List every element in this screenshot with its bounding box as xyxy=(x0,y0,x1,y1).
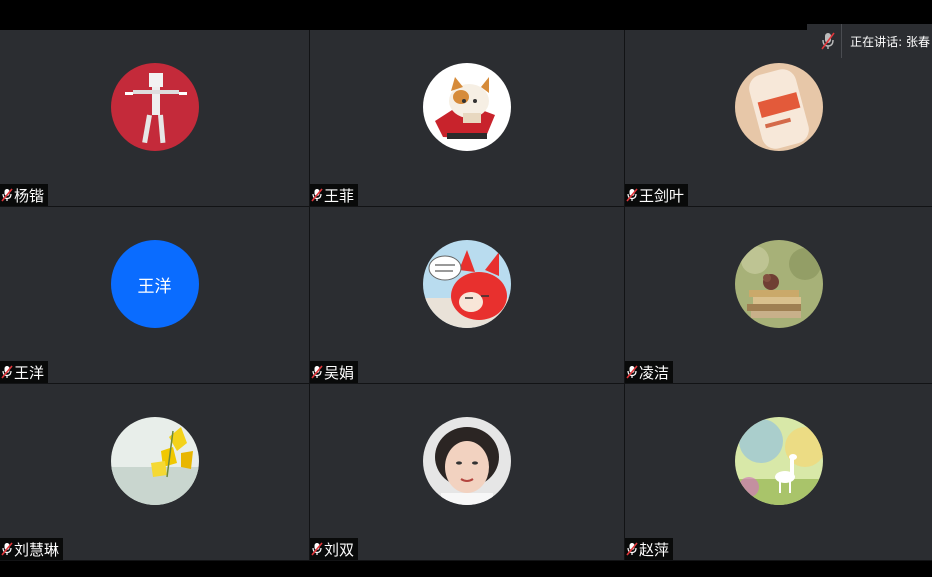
participant-avatar xyxy=(734,240,823,328)
participant-name-tag: 刘双 xyxy=(310,538,359,560)
participant-tile[interactable]: 王洋 王洋 xyxy=(0,207,310,384)
participant-avatar xyxy=(110,417,199,505)
participant-tile[interactable]: 王菲 xyxy=(310,30,625,207)
participant-avatar xyxy=(423,240,511,328)
microphone-muted-icon xyxy=(626,188,638,202)
participant-avatar xyxy=(423,417,511,505)
participant-tile[interactable]: 刘慧琳 xyxy=(0,384,310,561)
bottom-black-bar xyxy=(0,561,932,577)
participant-name: 凌洁 xyxy=(639,363,670,382)
participant-avatar xyxy=(110,63,199,151)
participant-name: 杨锴 xyxy=(14,186,45,205)
microphone-muted-icon xyxy=(311,542,323,556)
microphone-muted-icon xyxy=(1,365,13,379)
active-speaker-indicator: 正在讲话: 张春 xyxy=(807,24,932,58)
participant-name-tag: 王剑叶 xyxy=(625,184,689,206)
microphone-muted-icon xyxy=(1,188,13,202)
participant-name: 刘慧琳 xyxy=(14,540,60,559)
participant-name: 王菲 xyxy=(324,186,355,205)
participant-avatar xyxy=(423,63,511,151)
participant-name: 王洋 xyxy=(14,363,45,382)
participant-name-tag: 凌洁 xyxy=(625,361,674,383)
microphone-muted-icon xyxy=(626,542,638,556)
participant-avatar xyxy=(734,417,823,505)
participant-name-tag: 刘慧琳 xyxy=(0,538,64,560)
speaker-mic-icon xyxy=(815,24,843,58)
participant-name-tag: 王菲 xyxy=(310,184,359,206)
participant-name: 王剑叶 xyxy=(639,186,685,205)
participant-name: 刘双 xyxy=(324,540,355,559)
participant-tile[interactable]: 刘双 xyxy=(310,384,625,561)
participant-grid: 杨锴 王菲 王剑叶 王洋 王洋 吴娟 凌洁 刘慧琳 刘双 赵萍 xyxy=(0,30,932,561)
participant-tile[interactable]: 吴娟 xyxy=(310,207,625,384)
participant-name-tag: 吴娟 xyxy=(310,361,359,383)
microphone-muted-icon xyxy=(1,542,13,556)
meeting-video-screen: 正在讲话: 张春 杨锴 王菲 王剑叶 王洋 王洋 吴娟 凌洁 刘慧琳 刘双 赵萍 xyxy=(0,0,932,577)
participant-tile[interactable]: 杨锴 xyxy=(0,30,310,207)
microphone-muted-icon xyxy=(626,365,638,379)
participant-avatar: 王洋 xyxy=(110,240,199,328)
microphone-muted-icon xyxy=(311,365,323,379)
participant-tile[interactable]: 赵萍 xyxy=(625,384,932,561)
microphone-muted-icon xyxy=(311,188,323,202)
participant-avatar xyxy=(734,63,823,151)
avatar-initials: 王洋 xyxy=(137,276,172,297)
active-speaker-label: 正在讲话: 张春 xyxy=(850,34,930,49)
participant-name-tag: 赵萍 xyxy=(625,538,674,560)
participant-name: 赵萍 xyxy=(639,540,670,559)
participant-tile[interactable]: 凌洁 xyxy=(625,207,932,384)
participant-name-tag: 杨锴 xyxy=(0,184,49,206)
participant-name-tag: 王洋 xyxy=(0,361,49,383)
participant-name: 吴娟 xyxy=(324,363,355,382)
